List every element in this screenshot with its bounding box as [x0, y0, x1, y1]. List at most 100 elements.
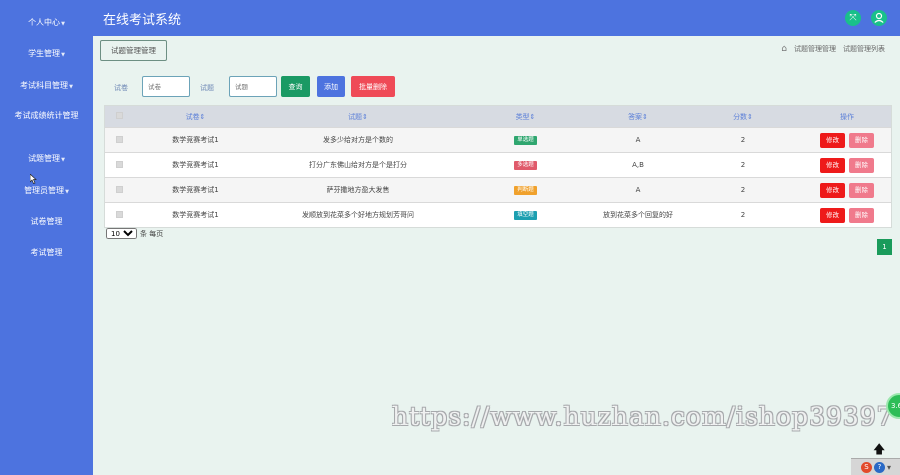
user-icon[interactable] — [871, 10, 887, 26]
watermark: https://www.huzhan.com/ishop39397 — [392, 402, 894, 431]
breadcrumb-item[interactable]: 试题管理管理 — [794, 44, 836, 54]
delete-button[interactable]: 删除 — [849, 182, 874, 198]
cell-score: 2 — [740, 211, 746, 219]
column-header-score[interactable]: 分数⇕ — [683, 112, 803, 122]
column-header-paper[interactable]: 试卷⇕ — [133, 112, 258, 122]
sidebar-item-label: 试卷管理 — [30, 217, 63, 226]
page-size-control: 10 条 每页 — [106, 228, 163, 239]
row-checkbox[interactable] — [105, 185, 133, 195]
cell-answer: A — [635, 136, 641, 144]
row-checkbox[interactable] — [105, 135, 133, 145]
cell-score: 2 — [740, 136, 746, 144]
top-bar: 在线考试系统 ⤧ — [93, 0, 900, 36]
column-header-question[interactable]: 试题⇕ — [258, 112, 458, 122]
row-checkbox[interactable] — [105, 160, 133, 170]
cell-type: 单选题 — [458, 135, 593, 145]
edit-button[interactable]: 修改 — [820, 207, 845, 223]
sidebar-item-label: 考试科目管理 — [20, 81, 69, 90]
sidebar-item-subject-mgmt[interactable]: 考试科目管理▼ — [0, 80, 93, 93]
chevron-down-icon: ▼ — [65, 189, 69, 195]
type-badge: 单选题 — [514, 136, 537, 145]
cell-paper: 数学竞赛考试1 — [172, 136, 219, 144]
table-header: 试卷⇕ 试题⇕ 类型⇕ 答案⇕ 分数⇕ 操作 — [105, 106, 891, 127]
cell-question: 打分广东佛山给对方是个是打分 — [309, 161, 407, 169]
chevron-down-icon: ▼ — [61, 157, 65, 163]
cell-paper: 数学竞赛考试1 — [172, 161, 219, 169]
sidebar-item-label: 试题管理 — [28, 154, 61, 163]
app-title: 在线考试系统 — [103, 13, 182, 28]
row-checkbox[interactable] — [105, 210, 133, 220]
cell-actions: 修改 删除 — [803, 132, 891, 148]
cell-actions: 修改 删除 — [803, 207, 891, 223]
cell-actions: 修改 删除 — [803, 182, 891, 198]
sidebar-item-paper-mgmt[interactable]: 试卷管理 — [0, 216, 93, 228]
cell-question: 发多少给对方是个数的 — [323, 136, 393, 144]
sidebar-item-exam-mgmt[interactable]: 考试管理 — [0, 247, 93, 259]
question-label: 试题 — [200, 84, 214, 92]
page-size-select[interactable]: 10 — [106, 228, 137, 239]
cell-answer: 放到花菜多个回复的好 — [603, 211, 673, 219]
batch-delete-button[interactable]: 批量删除 — [351, 76, 395, 97]
column-header-answer[interactable]: 答案⇕ — [593, 112, 683, 122]
cell-paper: 数学竞赛考试1 — [172, 211, 219, 219]
home-icon[interactable]: ⌂ — [781, 44, 787, 54]
section-title-button[interactable]: 试题管理管理 — [100, 40, 167, 61]
add-button[interactable]: 添加 — [317, 76, 345, 97]
system-tray: S ? ▾ — [851, 458, 900, 475]
page-size-suffix: 条 每页 — [140, 229, 164, 238]
cell-answer: A — [635, 186, 641, 194]
delete-button[interactable]: 删除 — [849, 132, 874, 148]
sidebar-item-admin-mgmt[interactable]: 管理员管理▼ — [0, 185, 93, 198]
edit-button[interactable]: 修改 — [820, 157, 845, 173]
type-badge: 填空题 — [514, 211, 537, 220]
sidebar-item-label: 个人中心 — [28, 18, 61, 27]
cell-question: 萨芬撒地方盈大发售 — [326, 186, 390, 194]
mouse-cursor-icon — [30, 174, 37, 184]
table-row: 数学竞赛考试1 发顺放到花菜多个好地方规划芳哥问 填空题 放到花菜多个回复的好 2 修改删… — [105, 202, 891, 227]
sidebar-item-personal-center[interactable]: 个人中心▼ — [0, 17, 93, 30]
fullscreen-icon[interactable]: ⤧ — [845, 10, 861, 26]
breadcrumb-item: 试题管理列表 — [843, 45, 885, 53]
question-table: 试卷⇕ 试题⇕ 类型⇕ 答案⇕ 分数⇕ 操作 数学竞赛考试1 发多少给对方是个数的… — [104, 105, 892, 228]
chevron-down-icon: ▼ — [69, 84, 73, 90]
paper-label: 试卷 — [114, 84, 128, 92]
question-search-input[interactable] — [229, 76, 277, 97]
column-header-type[interactable]: 类型⇕ — [458, 112, 593, 122]
column-header-actions: 操作 — [840, 112, 854, 121]
cell-type: 判断题 — [458, 185, 593, 195]
type-badge: 判断题 — [514, 186, 537, 195]
sidebar: 个人中心▼ 学生管理▼ 考试科目管理▼ 考试成绩统计管理 试题管理▼ 管理员管理… — [0, 0, 93, 475]
sidebar-item-label: 考试成绩统计管理 — [14, 111, 79, 120]
type-badge: 多选题 — [514, 161, 537, 170]
cell-score: 2 — [740, 161, 746, 169]
cell-answer: A,B — [632, 161, 644, 169]
help-icon[interactable]: ? — [874, 461, 885, 473]
scroll-top-icon[interactable]: 🡅 — [873, 443, 885, 455]
edit-button[interactable]: 修改 — [820, 132, 845, 148]
sidebar-item-label: 学生管理 — [28, 49, 61, 58]
sidebar-item-label: 考试管理 — [30, 248, 63, 257]
breadcrumb: ⌂ 试题管理管理 试题管理列表 — [781, 44, 885, 54]
sidebar-item-score-stats-mgmt[interactable]: 考试成绩统计管理 — [0, 110, 93, 122]
query-button[interactable]: 查询 — [281, 76, 310, 97]
delete-button[interactable]: 删除 — [849, 157, 874, 173]
paper-search-input[interactable] — [142, 76, 190, 97]
table-row: 数学竞赛考试1 打分广东佛山给对方是个是打分 多选题 A,B 2 修改 删除 — [105, 152, 891, 177]
cell-actions: 修改 删除 — [803, 157, 891, 173]
cell-type: 多选题 — [458, 160, 593, 170]
tray-menu-icon[interactable]: ▾ — [887, 463, 891, 472]
input-method-icon[interactable]: S — [861, 461, 872, 473]
delete-button[interactable]: 删除 — [849, 207, 874, 223]
chevron-down-icon: ▼ — [61, 21, 65, 27]
cell-type: 填空题 — [458, 210, 593, 220]
cell-score: 2 — [740, 186, 746, 194]
table-row: 数学竞赛考试1 发多少给对方是个数的 单选题 A 2 修改 删除 — [105, 127, 891, 152]
select-all-checkbox[interactable] — [105, 112, 133, 121]
table-body: 数学竞赛考试1 发多少给对方是个数的 单选题 A 2 修改 删除 数学竞赛考试1 打分广东佛山给… — [105, 127, 891, 227]
sidebar-item-question-mgmt[interactable]: 试题管理▼ — [0, 153, 93, 166]
cell-paper: 数学竞赛考试1 — [172, 186, 219, 194]
edit-button[interactable]: 修改 — [820, 182, 845, 198]
sidebar-item-student-mgmt[interactable]: 学生管理▼ — [0, 48, 93, 61]
table-row: 数学竞赛考试1 萨芬撒地方盈大发售 判断题 A 2 修改 删除 — [105, 177, 891, 202]
page-button-current[interactable]: 1 — [877, 239, 892, 255]
